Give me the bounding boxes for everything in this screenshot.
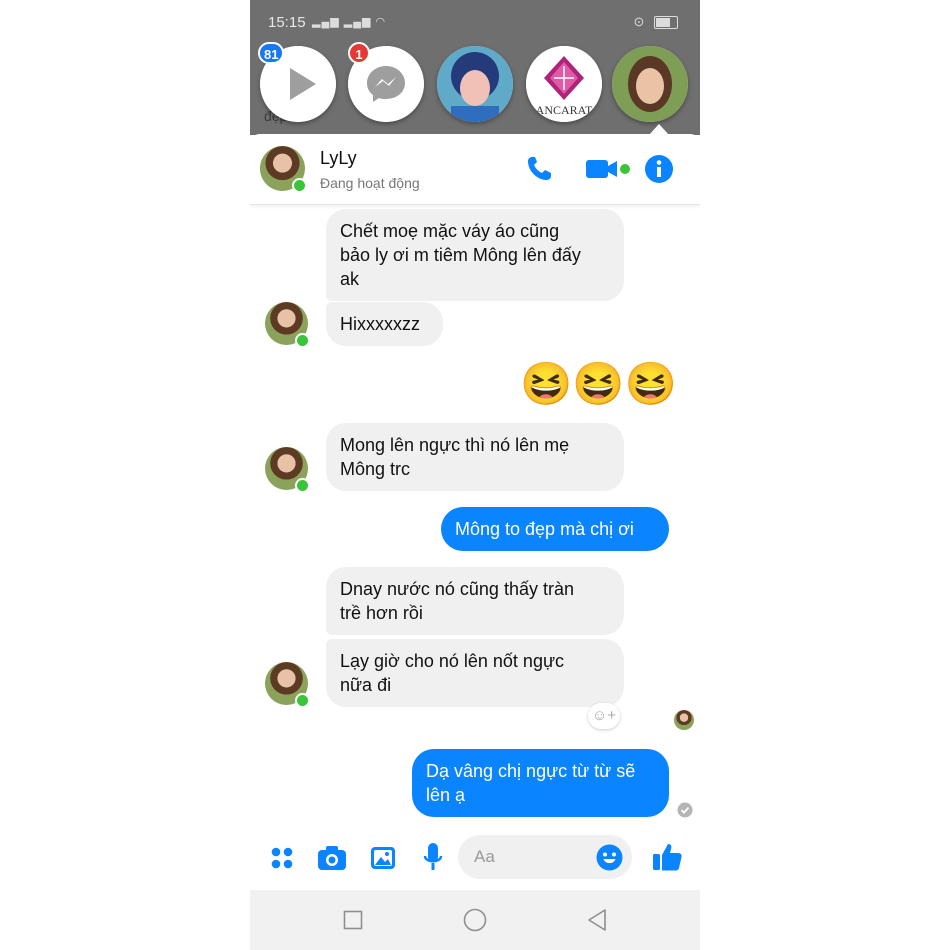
video-camera-icon[interactable] [584,155,632,183]
message-line: Chết moẹ mặc váy áo cũng [340,221,560,241]
message-bubble-incoming[interactable]: Mong lên ngực thì nó lên mẹ Mông trc [326,423,624,491]
alarm-icon: ⊙ [633,14,645,29]
photo-gallery-icon[interactable] [369,844,397,872]
emoji-message[interactable]: 😆😆😆 [520,360,677,408]
message-line: bảo ly ơi m tiêm Mông lên đấy [340,245,581,265]
signal-icon: ▂▄▆ ▂▄▆ ◠ [312,16,387,28]
contact-name[interactable]: LyLy [320,148,357,169]
nav-back-icon[interactable] [586,908,608,932]
message-line: Mông trc [340,459,411,479]
message-text: Hixxxxxzz [340,314,420,334]
composer-bar: Aa [250,824,700,889]
message-bubble-incoming[interactable]: Lạy giờ cho nó lên nốt ngực nữa đi [326,639,624,707]
unread-badge: 81 [258,42,285,64]
info-icon[interactable] [644,154,674,184]
message-bubble-outgoing[interactable]: Mông to đẹp mà chị ơi [441,507,669,551]
message-line: ak [340,269,360,289]
contact-photo [437,46,513,122]
message-line: trề hơn rồi [340,603,423,623]
status-bar: 15:15 ▂▄▆ ▂▄▆ ◠ ⊙ [250,0,700,44]
battery-area: ⊙ [633,14,678,30]
message-line: nữa đi [340,675,392,695]
message-bubble-outgoing[interactable]: Dạ vâng chị ngực từ từ sẽ lên ạ [412,749,669,817]
message-text: Mông to đẹp mà chị ơi [455,519,634,539]
microphone-icon[interactable] [422,842,444,874]
emoji-icon[interactable] [596,844,623,871]
unread-badge: 1 [348,42,370,64]
add-reaction-icon[interactable]: ☺+ [588,703,620,729]
phone-icon[interactable] [525,154,555,184]
online-indicator [295,693,310,708]
apps-grid-icon[interactable] [270,846,294,870]
message-bubble-incoming[interactable]: Dnay nước nó cũng thấy tràn trề hơn rồi [326,567,624,635]
message-input-placeholder: Aa [474,847,495,866]
phone-screen: đẹp 15:15 ▂▄▆ ▂▄▆ ◠ ⊙ 81 1 ANCARAT LyLy … [250,0,700,950]
system-nav-bar [250,890,700,950]
status-time: 15:15 [268,14,306,31]
read-receipt-avatar [674,710,694,730]
nav-recent-icon[interactable] [343,910,363,930]
message-line: Dnay nước nó cũng thấy tràn [340,579,574,599]
nav-home-icon[interactable] [463,908,487,932]
thumbs-up-icon[interactable] [651,841,683,873]
online-indicator [295,333,310,348]
message-line: Mong lên ngực thì nó lên mẹ [340,435,570,455]
message-line: Lạy giờ cho nó lên nốt ngực [340,651,564,671]
online-indicator [292,178,307,193]
chat-window: LyLy Đang hoạt động Chết moẹ mặc váy áo … [250,134,700,889]
ancarat-logo: ANCARAT [526,46,602,122]
contact-status: Đang hoạt động [320,175,420,191]
camera-icon[interactable] [317,844,347,872]
sent-check-icon [677,802,693,818]
chat-head-ancarat[interactable]: ANCARAT [526,46,602,122]
message-line: lên ạ [426,785,466,805]
chat-head-lyly[interactable] [612,46,688,122]
chat-head-contact-1[interactable] [437,46,513,122]
message-line: Dạ vâng chị ngực từ từ sẽ [426,761,636,781]
message-bubble-incoming[interactable]: Hixxxxxzz [326,302,443,346]
battery-icon [654,16,678,30]
svg-text:ANCARAT: ANCARAT [536,103,593,117]
lyly-photo [612,46,688,122]
chat-header: LyLy Đang hoạt động [250,134,700,205]
message-bubble-incoming[interactable]: Chết moẹ mặc váy áo cũng bảo ly ơi m tiê… [326,209,624,301]
message-input[interactable]: Aa [458,835,632,879]
online-indicator [295,478,310,493]
